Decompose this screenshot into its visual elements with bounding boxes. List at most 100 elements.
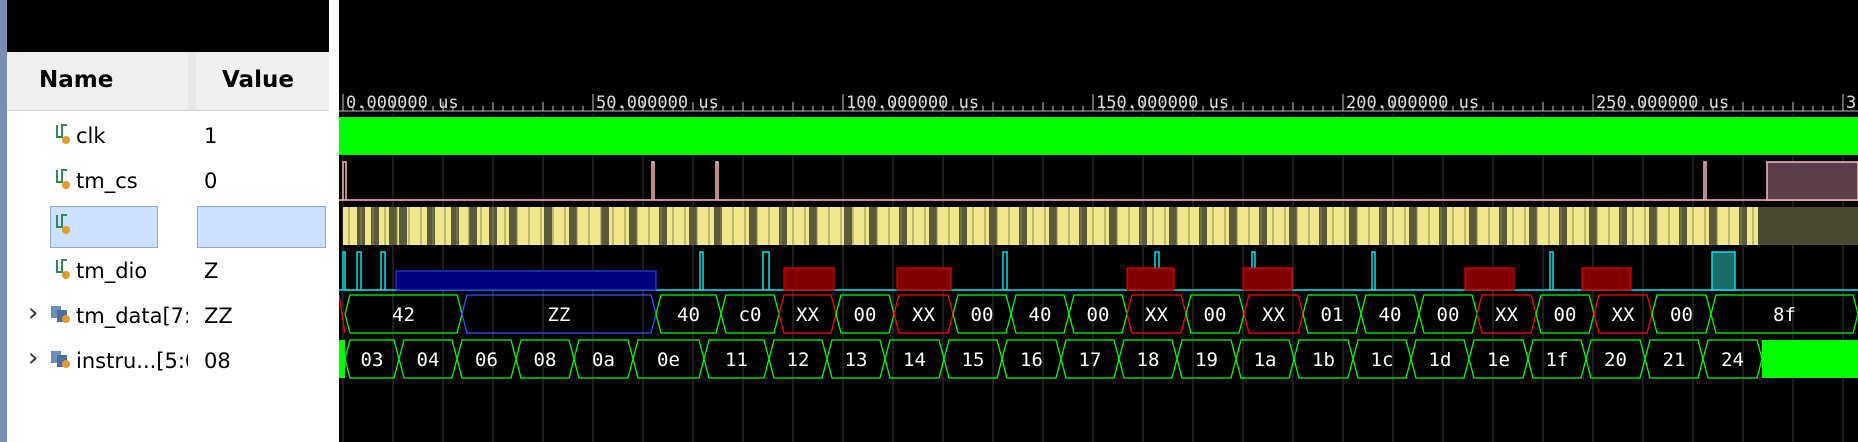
tm-dio-unknown-region [1581,267,1632,291]
tm-clk-low-segment [1409,207,1417,245]
tm-clk-low-segment [1259,207,1267,245]
tm-clk-low-segment [899,207,907,245]
tm-data-label: 40 [1379,304,1402,326]
tm-dio-pulse [699,251,704,290]
tm-clk-low-segment [1469,207,1477,245]
instruction-label: 18 [1137,349,1160,371]
waveform-viewer[interactable]: 0.000000 us 50.000000 us 100.000000 us 150.… [339,0,1858,442]
tm-clk-low-segment [1019,207,1027,245]
tm-dio-pulse [762,251,770,290]
tm-clk-low-segment [1049,207,1057,245]
tm-cs-high-region [1766,161,1858,201]
tm-data-label: 00 [854,304,877,326]
tm-dio-unknown-region [1126,267,1175,291]
instruction-label: 19 [1195,349,1218,371]
tm-data-label: c0 [739,304,762,326]
instruction-label: 12 [787,349,810,371]
instruction-label: 04 [417,349,440,371]
tm-clk-dense-region [1758,207,1858,245]
tm-clk-low-segment [869,207,877,245]
tm-dio-pulse [1549,251,1554,290]
tm-data-label: XX [912,304,935,326]
instruction-label: 14 [903,349,926,371]
signal-name-3[interactable]: tm_dio [76,252,184,290]
instruction-label: 21 [1663,349,1686,371]
tm-dio-pulse [1371,251,1376,290]
scalar-signal-icon [54,258,72,282]
tm-data-label: XX [1612,304,1635,326]
value-column-header[interactable]: Value [196,52,329,111]
tm-data-label: XX [796,304,819,326]
tm-data-label: 42 [392,304,415,326]
signal-value-4: ZZ [204,304,233,328]
tm-data-label: 40 [677,304,700,326]
scalar-signal-icon [54,123,72,147]
tm-data-label: ZZ [548,304,571,326]
tm-clk-low-segment [929,207,937,245]
signal-value-3: Z [204,259,219,283]
tm-data-label: XX [1495,304,1518,326]
instruction-label: 1f [1546,349,1569,371]
instruction-label: 1e [1487,349,1510,371]
instruction-label: 06 [475,349,498,371]
instruction-label: 20 [1604,349,1627,371]
tm-dio-unknown-region [783,267,835,291]
waveform-canvas[interactable]: 0.000000 us 50.000000 us 100.000000 us 150.… [339,0,1858,442]
tm-data-label: XX [1145,304,1168,326]
tm-cs-pulse [1703,161,1707,200]
tm-clk-low-segment [1289,207,1297,245]
signal-name-1[interactable]: tm_cs [76,162,184,200]
instruction-label: 0a [592,349,615,371]
tm-clk-low-segment [389,207,397,245]
tm-clk-low-segment [659,207,667,245]
ruler-tick-label: 200.000000 us [1346,93,1479,113]
tm-clk-low-segment [1619,207,1627,245]
ruler-tick-label: 0.000000 us [346,93,459,113]
name-column-top [7,0,188,52]
signal-name-5[interactable]: instru...[5:0 [76,342,188,380]
instruction-label: 1b [1312,349,1335,371]
ruler-tick-label: 150.000000 us [1096,93,1229,113]
signal-value-5: 08 [204,349,231,373]
tm-clk-low-segment [689,207,697,245]
tm-clk-low-segment [1499,207,1507,245]
signal-name-4[interactable]: tm_data[7: [76,297,188,335]
tm-data-label: 8f [1773,304,1796,326]
tm-dio-pulse [342,251,346,290]
tm-clk-low-segment [569,207,577,245]
instruction-label: 24 [1721,349,1744,371]
tm-dio-high-region [1711,251,1736,291]
selected-value-highlight [197,206,326,248]
tm-clk-low-segment [1649,207,1657,245]
tm-data-label: 00 [1554,304,1577,326]
name-column-header[interactable]: Name [7,52,188,111]
tm-dio-pulse [356,251,362,290]
tm-cs-pulse [651,161,655,200]
tm-clk-low-segment [629,207,637,245]
instruction-label: 17 [1079,349,1102,371]
value-column-top [196,0,329,52]
tm-dio-unknown-region [896,267,952,291]
expand-chevron-icon[interactable]: › [28,298,38,328]
tm-clk-low-segment [809,207,817,245]
ruler-tick-label: 50.000000 us [596,93,719,113]
instruction-label: 1c [1371,349,1394,371]
signal-name-0[interactable]: clk [76,117,184,155]
tm-cs-pulse [342,161,347,200]
signal-value-0: 1 [204,124,218,148]
expand-chevron-icon[interactable]: › [28,343,38,373]
tm-clk-low-segment [399,207,407,245]
column-splitter[interactable] [188,0,196,442]
instruction-dense-region [1762,340,1858,378]
tm-clk-low-segment [451,207,459,245]
ruler-tick-label: 3 [1846,93,1856,113]
tm-data-label: 40 [1029,304,1052,326]
tm-dio-highz-region [395,270,657,291]
instruction-label: 0e [657,349,680,371]
value-header-label: Value [222,67,294,93]
tm-clk-low-segment [371,207,379,245]
tm-clk-low-segment [1559,207,1567,245]
instruction-label: 13 [845,349,868,371]
wave-splitter[interactable] [329,0,339,442]
tm-clk-low-segment [544,207,552,245]
